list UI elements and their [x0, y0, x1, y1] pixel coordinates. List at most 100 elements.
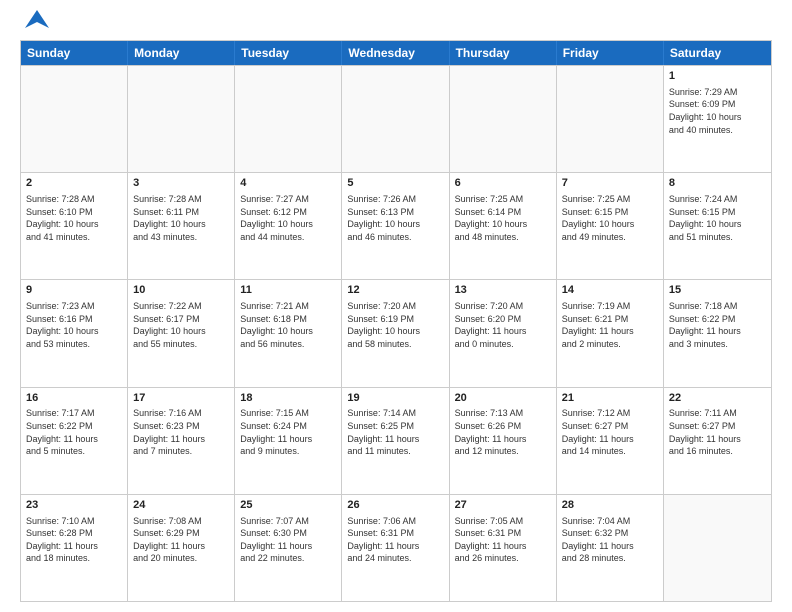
day-number: 5: [347, 176, 443, 191]
day-number: 9: [26, 283, 122, 298]
calendar-cell: 23Sunrise: 7:10 AM Sunset: 6:28 PM Dayli…: [21, 495, 128, 601]
calendar-row: 23Sunrise: 7:10 AM Sunset: 6:28 PM Dayli…: [21, 494, 771, 601]
calendar-cell: 12 Sunrise: 7:20 AM Sunset: 6:19 PM Dayli…: [342, 280, 449, 386]
day-number: 7: [562, 176, 658, 191]
day-info: Sunrise: 7:18 AM Sunset: 6:22 PM Dayligh…: [669, 300, 766, 350]
day-number: 23: [26, 498, 122, 513]
calendar-cell: [235, 66, 342, 172]
day-number: 3: [133, 176, 229, 191]
day-info: Sunrise: 7:26 AM Sunset: 6:13 PM Dayligh…: [347, 193, 443, 243]
day-info: Sunrise: 7:28 AM Sunset: 6:10 PM Dayligh…: [26, 193, 122, 243]
calendar-row: 2 Sunrise: 7:28 AM Sunset: 6:10 PM Daylig…: [21, 172, 771, 279]
day-number: 19: [347, 391, 443, 406]
day-number: 25: [240, 498, 336, 513]
logo: [20, 16, 49, 32]
day-number: 10: [133, 283, 229, 298]
calendar-cell: 8 Sunrise: 7:24 AM Sunset: 6:15 PM Daylig…: [664, 173, 771, 279]
calendar-cell: 24Sunrise: 7:08 AM Sunset: 6:29 PM Dayli…: [128, 495, 235, 601]
day-info: Sunrise: 7:19 AM Sunset: 6:21 PM Dayligh…: [562, 300, 658, 350]
calendar-cell: [21, 66, 128, 172]
day-number: 16: [26, 391, 122, 406]
calendar-cell: 18Sunrise: 7:15 AM Sunset: 6:24 PM Dayli…: [235, 388, 342, 494]
header: [20, 16, 772, 32]
day-number: 24: [133, 498, 229, 513]
day-number: 14: [562, 283, 658, 298]
calendar-cell: 13 Sunrise: 7:20 AM Sunset: 6:20 PM Dayli…: [450, 280, 557, 386]
day-info: Sunrise: 7:04 AM Sunset: 6:32 PM Dayligh…: [562, 515, 658, 565]
calendar-cell: 16Sunrise: 7:17 AM Sunset: 6:22 PM Dayli…: [21, 388, 128, 494]
calendar-cell: 26 Sunrise: 7:06 AM Sunset: 6:31 PM Dayli…: [342, 495, 449, 601]
weekday-header: Sunday: [21, 41, 128, 65]
day-info: Sunrise: 7:29 AM Sunset: 6:09 PM Dayligh…: [669, 86, 766, 136]
day-number: 6: [455, 176, 551, 191]
page: SundayMondayTuesdayWednesdayThursdayFrid…: [0, 0, 792, 612]
day-number: 12: [347, 283, 443, 298]
calendar-cell: 20Sunrise: 7:13 AM Sunset: 6:26 PM Dayli…: [450, 388, 557, 494]
day-info: Sunrise: 7:23 AM Sunset: 6:16 PM Dayligh…: [26, 300, 122, 350]
calendar-cell: 6 Sunrise: 7:25 AM Sunset: 6:14 PM Daylig…: [450, 173, 557, 279]
day-info: Sunrise: 7:12 AM Sunset: 6:27 PM Dayligh…: [562, 407, 658, 457]
calendar-cell: 5 Sunrise: 7:26 AM Sunset: 6:13 PM Daylig…: [342, 173, 449, 279]
day-info: Sunrise: 7:07 AM Sunset: 6:30 PM Dayligh…: [240, 515, 336, 565]
day-info: Sunrise: 7:11 AM Sunset: 6:27 PM Dayligh…: [669, 407, 766, 457]
calendar-cell: 2 Sunrise: 7:28 AM Sunset: 6:10 PM Daylig…: [21, 173, 128, 279]
day-info: Sunrise: 7:05 AM Sunset: 6:31 PM Dayligh…: [455, 515, 551, 565]
calendar-cell: 14 Sunrise: 7:19 AM Sunset: 6:21 PM Dayli…: [557, 280, 664, 386]
day-number: 1: [669, 69, 766, 84]
day-info: Sunrise: 7:15 AM Sunset: 6:24 PM Dayligh…: [240, 407, 336, 457]
calendar-row: 16Sunrise: 7:17 AM Sunset: 6:22 PM Dayli…: [21, 387, 771, 494]
day-number: 15: [669, 283, 766, 298]
calendar-cell: 25 Sunrise: 7:07 AM Sunset: 6:30 PM Dayli…: [235, 495, 342, 601]
day-number: 13: [455, 283, 551, 298]
day-info: Sunrise: 7:25 AM Sunset: 6:14 PM Dayligh…: [455, 193, 551, 243]
calendar-cell: [128, 66, 235, 172]
day-info: Sunrise: 7:13 AM Sunset: 6:26 PM Dayligh…: [455, 407, 551, 457]
weekday-header: Wednesday: [342, 41, 449, 65]
day-number: 28: [562, 498, 658, 513]
weekday-header: Monday: [128, 41, 235, 65]
day-info: Sunrise: 7:20 AM Sunset: 6:20 PM Dayligh…: [455, 300, 551, 350]
logo-icon: [23, 6, 49, 32]
calendar-cell: 27 Sunrise: 7:05 AM Sunset: 6:31 PM Dayli…: [450, 495, 557, 601]
calendar-cell: 28 Sunrise: 7:04 AM Sunset: 6:32 PM Dayli…: [557, 495, 664, 601]
calendar: SundayMondayTuesdayWednesdayThursdayFrid…: [20, 40, 772, 602]
calendar-cell: 22Sunrise: 7:11 AM Sunset: 6:27 PM Dayli…: [664, 388, 771, 494]
day-number: 22: [669, 391, 766, 406]
calendar-cell: 4Sunrise: 7:27 AM Sunset: 6:12 PM Daylig…: [235, 173, 342, 279]
day-info: Sunrise: 7:21 AM Sunset: 6:18 PM Dayligh…: [240, 300, 336, 350]
calendar-cell: 17Sunrise: 7:16 AM Sunset: 6:23 PM Dayli…: [128, 388, 235, 494]
calendar-row: 9 Sunrise: 7:23 AM Sunset: 6:16 PM Daylig…: [21, 279, 771, 386]
day-number: 26: [347, 498, 443, 513]
day-number: 27: [455, 498, 551, 513]
day-number: 18: [240, 391, 336, 406]
day-info: Sunrise: 7:25 AM Sunset: 6:15 PM Dayligh…: [562, 193, 658, 243]
calendar-cell: [450, 66, 557, 172]
day-number: 8: [669, 176, 766, 191]
calendar-cell: 19Sunrise: 7:14 AM Sunset: 6:25 PM Dayli…: [342, 388, 449, 494]
calendar-body: 1 Sunrise: 7:29 AM Sunset: 6:09 PM Daylig…: [21, 65, 771, 601]
day-info: Sunrise: 7:16 AM Sunset: 6:23 PM Dayligh…: [133, 407, 229, 457]
calendar-cell: [342, 66, 449, 172]
day-number: 4: [240, 176, 336, 191]
weekday-header: Saturday: [664, 41, 771, 65]
calendar-header: SundayMondayTuesdayWednesdayThursdayFrid…: [21, 41, 771, 65]
calendar-cell: 11 Sunrise: 7:21 AM Sunset: 6:18 PM Dayli…: [235, 280, 342, 386]
calendar-cell: 21Sunrise: 7:12 AM Sunset: 6:27 PM Dayli…: [557, 388, 664, 494]
calendar-row: 1 Sunrise: 7:29 AM Sunset: 6:09 PM Daylig…: [21, 65, 771, 172]
weekday-header: Tuesday: [235, 41, 342, 65]
weekday-header: Friday: [557, 41, 664, 65]
day-number: 11: [240, 283, 336, 298]
day-info: Sunrise: 7:20 AM Sunset: 6:19 PM Dayligh…: [347, 300, 443, 350]
day-info: Sunrise: 7:22 AM Sunset: 6:17 PM Dayligh…: [133, 300, 229, 350]
day-info: Sunrise: 7:24 AM Sunset: 6:15 PM Dayligh…: [669, 193, 766, 243]
day-info: Sunrise: 7:17 AM Sunset: 6:22 PM Dayligh…: [26, 407, 122, 457]
day-number: 17: [133, 391, 229, 406]
calendar-cell: 15 Sunrise: 7:18 AM Sunset: 6:22 PM Dayli…: [664, 280, 771, 386]
calendar-cell: 7 Sunrise: 7:25 AM Sunset: 6:15 PM Daylig…: [557, 173, 664, 279]
day-info: Sunrise: 7:06 AM Sunset: 6:31 PM Dayligh…: [347, 515, 443, 565]
calendar-cell: 3Sunrise: 7:28 AM Sunset: 6:11 PM Daylig…: [128, 173, 235, 279]
weekday-header: Thursday: [450, 41, 557, 65]
day-number: 2: [26, 176, 122, 191]
day-number: 20: [455, 391, 551, 406]
calendar-cell: [557, 66, 664, 172]
